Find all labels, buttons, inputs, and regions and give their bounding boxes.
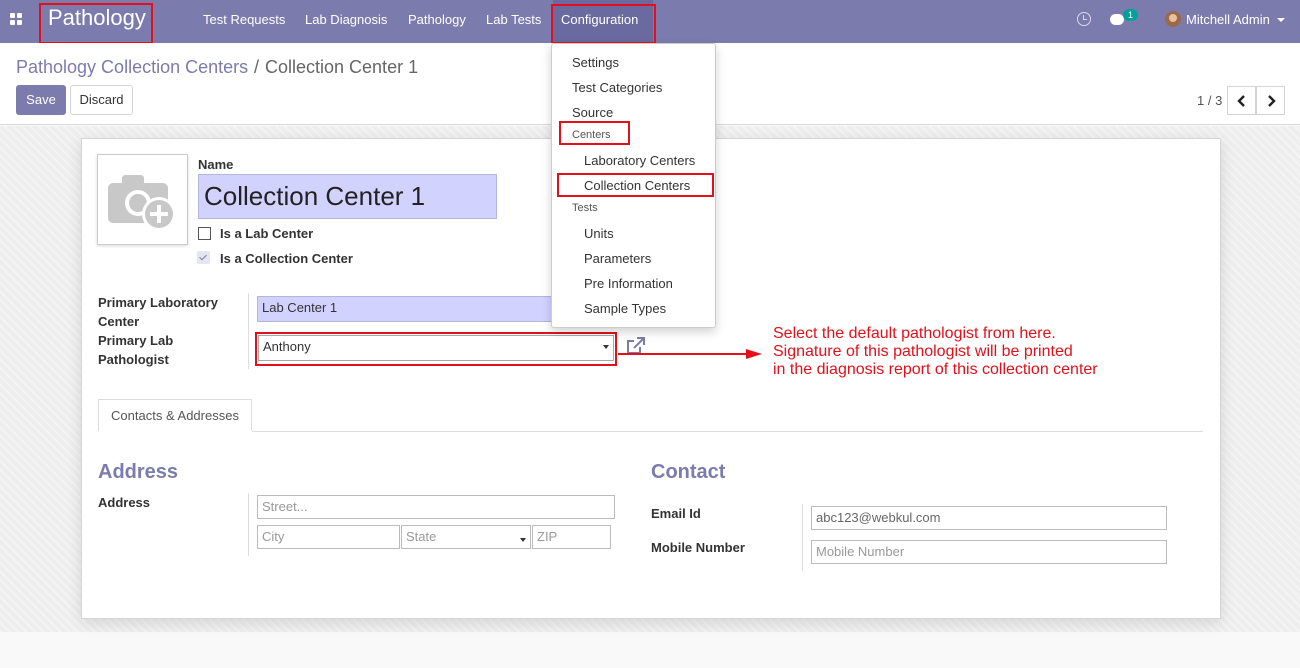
dropdown-item-pre-information[interactable]: Pre Information [584,276,673,291]
pager-value: 1 / 3 [1197,93,1223,108]
breadcrumb-parent[interactable]: Pathology Collection Centers [16,57,248,78]
address-divider [248,493,249,556]
highlight-box-collection-centers [557,173,714,197]
primary-lab-center-label: Primary Laboratory Center [98,293,218,331]
menu-lab-diagnosis[interactable]: Lab Diagnosis [305,12,387,27]
highlight-box-pathologist [255,332,617,366]
image-upload[interactable] [97,154,188,245]
email-input[interactable]: abc123@webkul.com [811,506,1167,530]
highlight-box-centers [559,121,630,145]
menu-lab-tests[interactable]: Lab Tests [486,12,541,27]
user-menu[interactable]: Mitchell Admin [1186,12,1270,27]
primary-lab-pathologist-label-line1: Primary Lab [98,333,174,348]
annotation-arrow-head-icon [746,349,762,359]
chat-icon[interactable] [1110,14,1124,25]
email-label: Email Id [651,506,701,521]
contact-divider [802,504,803,571]
annotation-line-3: in the diagnosis report of this collecti… [773,361,1098,378]
dropdown-item-units[interactable]: Units [584,226,614,241]
menu-pathology[interactable]: Pathology [408,12,466,27]
dropdown-item-parameters[interactable]: Parameters [584,251,651,266]
tab-underline-mask [98,431,252,432]
tab-divider [252,431,1203,432]
chevron-right-icon [1268,95,1276,107]
highlight-box-configuration [551,4,656,44]
name-label: Name [198,157,234,172]
primary-lab-pathologist-label: Primary Lab Pathologist [98,331,173,369]
state-dropdown-caret-icon[interactable] [520,538,526,542]
state-select[interactable]: State [401,525,531,549]
mobile-input[interactable]: Mobile Number [811,540,1167,564]
city-input[interactable]: City [257,525,400,549]
primary-lab-center-label-line2: Center [98,314,140,329]
is-collection-center-label: Is a Collection Center [220,251,353,266]
dropdown-item-sample-types[interactable]: Sample Types [584,301,666,316]
user-avatar[interactable] [1165,11,1181,27]
address-label: Address [98,495,151,510]
name-input[interactable]: Collection Center 1 [198,174,497,219]
camera-add-icon [108,175,176,231]
primary-lab-pathologist-label-line2: Pathologist [98,352,169,367]
street-input[interactable]: Street... [257,495,615,519]
dropdown-item-source[interactable]: Source [572,105,613,120]
label-divider [248,293,249,369]
dropdown-item-test-categories[interactable]: Test Categories [572,80,662,95]
activity-clock-icon[interactable] [1077,12,1091,26]
annotation-text: Select the default pathologist from here… [773,325,1098,379]
chat-count-badge: 1 [1123,9,1138,21]
dropdown-header-tests: Tests [572,202,598,214]
primary-lab-center-label-line1: Primary Laboratory [98,295,218,310]
apps-grid-icon[interactable] [10,13,24,27]
pager-previous-button[interactable] [1227,86,1256,115]
annotation-arrow-line [618,353,748,355]
tab-contacts-addresses[interactable]: Contacts & Addresses [98,399,252,432]
save-button[interactable]: Save [16,85,66,115]
menu-test-requests[interactable]: Test Requests [203,12,285,27]
zip-input[interactable]: ZIP [532,525,611,549]
chevron-left-icon [1237,95,1245,107]
dropdown-item-laboratory-centers[interactable]: Laboratory Centers [584,153,695,168]
chevron-down-icon[interactable] [1277,18,1285,22]
is-lab-center-label: Is a Lab Center [220,226,314,241]
mobile-label: Mobile Number [651,540,745,555]
pager-next-button[interactable] [1256,86,1285,115]
is-lab-center-checkbox[interactable] [198,227,211,240]
contact-section-title: Contact [651,461,726,483]
highlight-box-brand [39,3,153,44]
address-section-title: Address [98,461,179,483]
breadcrumb-current: Collection Center 1 [265,57,419,77]
annotation-line-1: Select the default pathologist from here… [773,325,1056,342]
annotation-line-2: Signature of this pathologist will be pr… [773,343,1073,360]
dropdown-item-settings[interactable]: Settings [572,55,619,70]
is-collection-center-checkbox[interactable] [197,251,210,264]
breadcrumb-separator: / [254,57,260,77]
primary-lab-center-select[interactable]: Lab Center 1 [257,296,557,322]
discard-button[interactable]: Discard [70,85,133,115]
